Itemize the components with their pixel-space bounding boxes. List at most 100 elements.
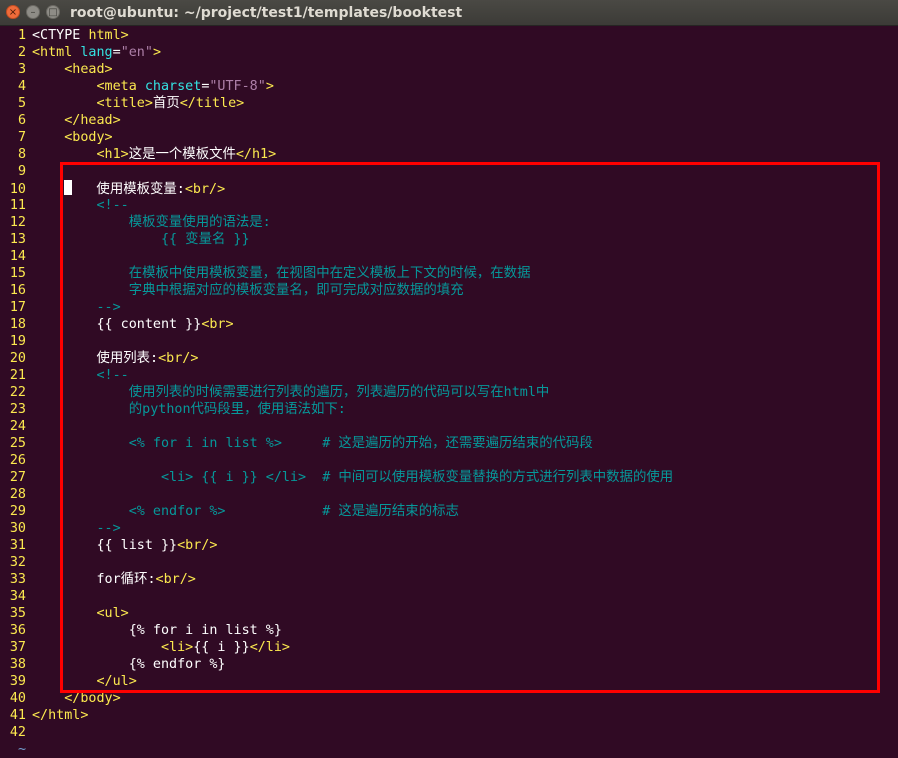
code-token: {{ i }} — [193, 640, 250, 655]
code-token: {{ 变量名 }} — [32, 232, 250, 247]
line-number: 40 — [9, 691, 26, 706]
minimize-window-button[interactable]: – — [26, 5, 40, 19]
code-line[interactable]: 17 --> — [0, 299, 898, 316]
code-token: for循环: — [32, 572, 156, 587]
vim-editor-area[interactable]: 1 <CTYPE html> 2 <html lang="en"> 3 <head> 4 … — [0, 27, 898, 758]
code-line[interactable]: 22 使用列表的时候需要进行列表的遍历，列表遍历的代码可以写在html中 — [0, 384, 898, 401]
code-line[interactable]: 26 — [0, 452, 898, 469]
code-token: 的python代码段里，使用语法如下: — [32, 402, 346, 417]
code-line[interactable]: 3 <head> — [0, 61, 898, 78]
line-number: 15 — [9, 266, 26, 281]
code-line[interactable]: 41 </html> — [0, 707, 898, 724]
code-line[interactable]: 23 的python代码段里，使用语法如下: — [0, 401, 898, 418]
code-line[interactable]: 16 字典中根据对应的模板变量名，即可完成对应数据的填充 — [0, 282, 898, 299]
code-line[interactable]: ~ — [0, 741, 898, 758]
code-line[interactable]: 21 <!-- — [0, 367, 898, 384]
window-title: root@ubuntu: ~/project/test1/templates/b… — [70, 5, 463, 21]
line-number: 35 — [9, 606, 26, 621]
code-line[interactable]: 5 <title>首页</title> — [0, 95, 898, 112]
code-token: <% endfor %> # 这是遍历结束的标志 — [32, 504, 459, 519]
code-token: > — [152, 45, 161, 60]
code-line[interactable]: 24 — [0, 418, 898, 435]
code-token: <br/> — [158, 351, 199, 366]
code-line[interactable]: 19 — [0, 333, 898, 350]
code-token: <meta — [96, 79, 145, 94]
line-number: 7 — [17, 130, 26, 145]
code-token: <ul> — [96, 606, 129, 621]
line-number: 11 — [9, 198, 26, 213]
line-number: 31 — [9, 538, 26, 553]
code-line[interactable]: 42 — [0, 724, 898, 741]
code-token: </ul> — [96, 674, 137, 689]
code-line[interactable]: 10 使用模板变量:<br/> — [0, 180, 898, 197]
code-line[interactable]: 4 <meta charset="UTF-8"> — [0, 78, 898, 95]
code-line[interactable]: 12 模板变量使用的语法是: — [0, 214, 898, 231]
maximize-window-button[interactable]: □ — [46, 5, 60, 19]
line-number: 29 — [9, 504, 26, 519]
code-token: </li> — [249, 640, 290, 655]
code-token: html> — [88, 28, 129, 43]
code-token: <!-- — [32, 198, 129, 213]
line-number: 36 — [9, 623, 26, 638]
line-number: 30 — [9, 521, 26, 536]
code-line[interactable]: 30 --> — [0, 520, 898, 537]
line-number: 2 — [17, 45, 26, 60]
code-token: <html — [32, 45, 81, 60]
code-line[interactable]: 18 {{ content }}<br> — [0, 316, 898, 333]
line-number: 9 — [17, 164, 26, 179]
line-number: 22 — [9, 385, 26, 400]
code-token: {{ content }} — [32, 317, 202, 332]
code-line[interactable]: 8 <h1>这是一个模板文件</h1> — [0, 146, 898, 163]
line-number: 14 — [9, 249, 26, 264]
code-line[interactable]: 9 — [0, 163, 898, 180]
code-token: --> — [32, 300, 121, 315]
code-line[interactable]: 33 for循环:<br/> — [0, 571, 898, 588]
line-number: 19 — [9, 334, 26, 349]
code-line[interactable]: 2 <html lang="en"> — [0, 44, 898, 61]
line-number: 26 — [9, 453, 26, 468]
code-token: <% for i in list %> # 这是遍历的开始，还需要遍历结束的代码… — [32, 436, 593, 451]
code-token: {% endfor %} — [32, 657, 226, 672]
code-line[interactable]: 25 <% for i in list %> # 这是遍历的开始，还需要遍历结束… — [0, 435, 898, 452]
code-line[interactable]: 39 </ul> — [0, 673, 898, 690]
code-token: </body> — [64, 691, 121, 706]
code-line[interactable]: 6 </head> — [0, 112, 898, 129]
code-line[interactable]: 32 — [0, 554, 898, 571]
code-line[interactable]: 11 <!-- — [0, 197, 898, 214]
code-line[interactable]: 28 — [0, 486, 898, 503]
code-line[interactable]: 40 </body> — [0, 690, 898, 707]
line-number: 21 — [9, 368, 26, 383]
code-line[interactable]: 13 {{ 变量名 }} — [0, 231, 898, 248]
code-line[interactable]: 34 — [0, 588, 898, 605]
code-line[interactable]: 37 <li>{{ i }}</li> — [0, 639, 898, 656]
line-number: 23 — [9, 402, 26, 417]
code-line[interactable]: 36 {% for i in list %} — [0, 622, 898, 639]
line-number: 3 — [17, 62, 26, 77]
code-line[interactable]: 35 <ul> — [0, 605, 898, 622]
line-number: 1 — [17, 28, 26, 43]
code-line[interactable]: 20 使用列表:<br/> — [0, 350, 898, 367]
code-token: <title> — [96, 96, 153, 111]
window-titlebar: × – □ root@ubuntu: ~/project/test1/templ… — [0, 0, 898, 26]
code-token: charset — [144, 79, 202, 94]
code-line[interactable]: 14 — [0, 248, 898, 265]
code-line[interactable]: 38 {% endfor %} — [0, 656, 898, 673]
line-number: 37 — [9, 640, 26, 655]
code-line[interactable]: 15 在模板中使用模板变量，在视图中在定义模板上下文的时候，在数据 — [0, 265, 898, 282]
code-line[interactable]: 31 {{ list }}<br/> — [0, 537, 898, 554]
code-line[interactable]: 1 <CTYPE html> — [0, 27, 898, 44]
code-token: </head> — [64, 113, 121, 128]
code-line[interactable]: 7 <body> — [0, 129, 898, 146]
line-number: 42 — [9, 725, 26, 740]
code-token: </title> — [179, 96, 245, 111]
code-token: <head> — [64, 62, 113, 77]
line-number: 27 — [9, 470, 26, 485]
code-line[interactable]: 27 <li> {{ i }} </li> # 中间可以使用模板变量替换的方式进… — [0, 469, 898, 486]
code-token: </h1> — [235, 147, 277, 162]
code-line[interactable]: 29 <% endfor %> # 这是遍历结束的标志 — [0, 503, 898, 520]
line-number: 16 — [9, 283, 26, 298]
close-window-button[interactable]: × — [6, 5, 20, 19]
